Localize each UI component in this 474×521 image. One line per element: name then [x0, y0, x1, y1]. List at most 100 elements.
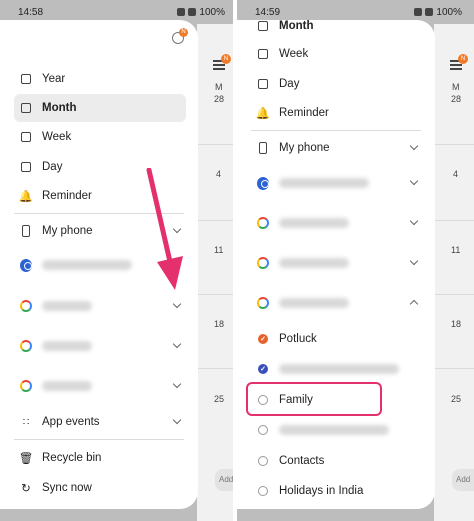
calendar-icon [20, 73, 32, 85]
calendar-item-label: Potluck [279, 333, 317, 345]
google-account-row[interactable] [0, 292, 198, 320]
weekday-label: M [215, 82, 223, 92]
drawer-item-month[interactable]: Month [237, 12, 435, 40]
bell-icon: 🔔 [18, 191, 34, 203]
google-account-row[interactable] [0, 372, 198, 400]
calendar-day: 18 [451, 319, 462, 329]
calendar-background: N M 28 4 11 18 25 Add [197, 24, 237, 521]
navigation-drawer: Month Week Day 🔔 Reminder My phone ✓ Pot… [237, 20, 435, 509]
google-account-row[interactable] [237, 209, 435, 237]
google-icon [20, 300, 32, 312]
google-icon [257, 297, 269, 309]
drawer-item-reminder[interactable]: 🔔 Reminder [237, 99, 435, 127]
google-icon [20, 380, 32, 392]
chevron-down-icon[interactable] [409, 256, 419, 266]
blurred-account-name [279, 258, 349, 268]
account-row[interactable] [237, 169, 435, 197]
calendar-item-contacts[interactable]: Contacts [237, 447, 435, 475]
blurred-account-name [42, 381, 92, 391]
calendar-day: 4 [216, 169, 222, 179]
drawer-item-app-events[interactable]: ∷ App events [0, 408, 198, 436]
drawer-item-month[interactable]: Month [14, 94, 186, 122]
calendar-item-holidays[interactable]: Holidays in India [237, 477, 435, 505]
drawer-item-label: Day [42, 161, 63, 173]
calendar-item[interactable]: ✓ [237, 355, 435, 383]
divider [14, 439, 184, 440]
chevron-down-icon[interactable] [172, 299, 182, 309]
blurred-account-name [279, 218, 349, 228]
calendar-icon [20, 131, 32, 143]
blurred-calendar-name [279, 364, 399, 374]
calendar-item-label: Contacts [279, 455, 325, 467]
calendar-day: 28 [214, 94, 225, 104]
trash-icon: 🗑 [18, 453, 34, 465]
calendar-item-potluck[interactable]: ✓ Potluck [237, 325, 435, 353]
calendar-day: 4 [453, 169, 459, 179]
drawer-item-label: Reminder [279, 107, 329, 119]
drawer-item-label: My phone [42, 225, 93, 237]
checkbox-checked-icon[interactable]: ✓ [258, 364, 268, 374]
chevron-down-icon[interactable] [409, 176, 419, 186]
calendar-day: 25 [451, 394, 462, 404]
calendar-day: 11 [214, 245, 224, 255]
calendar-icon [257, 48, 269, 60]
checkbox-unchecked-icon[interactable] [258, 456, 268, 466]
add-event-button[interactable]: Add [452, 469, 474, 491]
checkbox-checked-icon[interactable]: ✓ [258, 334, 268, 344]
family-highlight-box [246, 382, 382, 416]
drawer-item-label: Recycle bin [42, 452, 102, 464]
drawer-item-label: Reminder [42, 190, 92, 202]
google-icon [20, 340, 32, 352]
drawer-item-week[interactable]: Week [0, 123, 198, 151]
left-screenshot: 14:58 100% N M 28 4 11 18 25 Add N Year … [0, 0, 237, 521]
blurred-account-name [42, 301, 92, 311]
right-screenshot: 14:59 100% N M 28 4 11 18 25 Add Month W… [237, 0, 474, 521]
calendar-item-label: Holidays in India [279, 485, 364, 497]
calendar-icon [20, 102, 32, 114]
bell-icon: 🔔 [255, 108, 271, 120]
chevron-up-icon[interactable] [409, 299, 419, 309]
checkbox-unchecked-icon[interactable] [258, 425, 268, 435]
battery-level: 100% [436, 6, 462, 18]
chevron-down-icon[interactable] [172, 379, 182, 389]
google-account-row[interactable] [237, 249, 435, 277]
wifi-icon [177, 8, 186, 16]
notification-badge: N [458, 54, 468, 64]
drawer-item-label: Day [279, 78, 300, 90]
blurred-account-name [279, 178, 369, 188]
drawer-item-day[interactable]: Day [237, 70, 435, 98]
annotation-arrow [146, 168, 183, 290]
drawer-item-sync-now[interactable]: ↻ Sync now [0, 474, 198, 502]
google-account-row-expanded[interactable] [237, 289, 435, 317]
calendar-day: 11 [451, 245, 461, 255]
drawer-item-my-phone[interactable]: My phone [237, 134, 435, 162]
drawer-item-label: My phone [279, 142, 330, 154]
drawer-item-label: App events [42, 416, 100, 428]
calendar-day: 28 [451, 94, 462, 104]
calendar-item[interactable] [237, 416, 435, 444]
phone-icon [257, 142, 269, 154]
calendar-day: 18 [214, 319, 225, 329]
google-account-row[interactable] [0, 332, 198, 360]
samsung-account-icon [257, 176, 269, 190]
status-time: 14:58 [18, 6, 44, 18]
chevron-down-icon[interactable] [409, 141, 419, 151]
calendar-day: 25 [214, 394, 225, 404]
settings-badge: N [179, 28, 188, 37]
grid-icon: ∷ [22, 416, 30, 428]
chevron-down-icon[interactable] [172, 415, 182, 425]
drawer-item-label: Sync now [42, 482, 92, 494]
drawer-item-year[interactable]: Year [0, 65, 198, 93]
blurred-account-name [42, 260, 132, 270]
drawer-item-week[interactable]: Week [237, 40, 435, 68]
chevron-down-icon[interactable] [409, 216, 419, 226]
sync-icon: ↻ [21, 483, 31, 495]
divider [251, 130, 421, 131]
calendar-icon [257, 20, 269, 32]
notification-badge: N [221, 54, 231, 64]
samsung-account-icon [20, 258, 32, 272]
blurred-account-name [279, 298, 349, 308]
chevron-down-icon[interactable] [172, 339, 182, 349]
drawer-item-recycle-bin[interactable]: 🗑 Recycle bin [0, 444, 198, 472]
checkbox-unchecked-icon[interactable] [258, 486, 268, 496]
